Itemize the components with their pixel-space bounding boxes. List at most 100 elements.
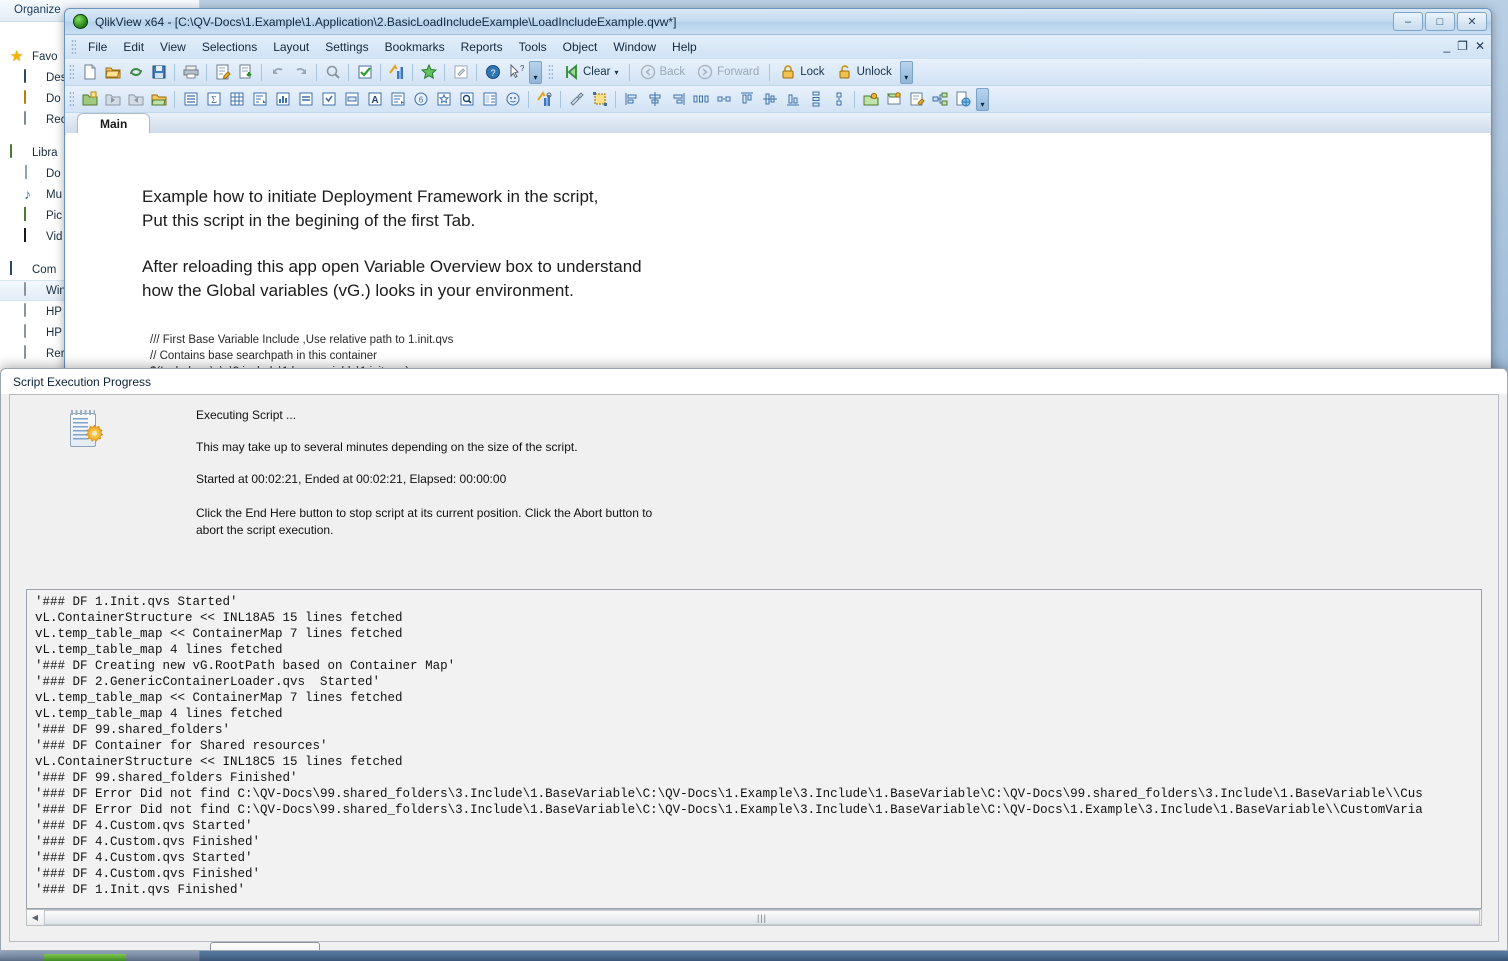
statistics-box-icon[interactable]: Σ <box>203 89 224 110</box>
menu-reports[interactable]: Reports <box>453 37 511 57</box>
menu-bookmarks[interactable]: Bookmarks <box>377 37 453 57</box>
clear-dropdown-arrow[interactable]: ▾ <box>614 68 618 77</box>
align-bottom-icon[interactable] <box>782 89 803 110</box>
sheet-properties-icon[interactable] <box>148 89 169 110</box>
menu-help[interactable]: Help <box>664 37 705 57</box>
open-icon[interactable] <box>102 62 123 83</box>
chart-properties-icon[interactable] <box>534 89 555 110</box>
text-object-icon[interactable]: A <box>364 89 385 110</box>
undo-icon[interactable] <box>267 62 288 83</box>
navigation-toolbar-overflow-button[interactable]: ▾ <box>899 60 913 84</box>
previous-sheet-icon[interactable] <box>102 89 123 110</box>
qlikview-title-bar: QlikView x64 - [C:\QV-Docs\1.Example\1.A… <box>65 9 1491 35</box>
sheet-tab-main[interactable]: Main <box>77 113 151 134</box>
menu-selections[interactable]: Selections <box>194 37 265 57</box>
menu-object[interactable]: Object <box>555 37 606 57</box>
input-box-icon[interactable] <box>295 89 316 110</box>
align-middle-icon[interactable] <box>759 89 780 110</box>
align-left-icon[interactable] <box>621 89 642 110</box>
print-icon[interactable] <box>180 62 201 83</box>
reload-icon[interactable] <box>125 62 146 83</box>
menu-view[interactable]: View <box>152 37 194 57</box>
menu-file[interactable]: File <box>80 37 115 57</box>
line-arrow-object-icon[interactable] <box>387 89 408 110</box>
bookmark-object-icon[interactable] <box>433 89 454 110</box>
nav-label: Do <box>46 92 61 105</box>
list-box-icon[interactable] <box>180 89 201 110</box>
back-button[interactable]: Back <box>634 64 692 80</box>
script-log-output[interactable]: '### DF 1.Init.qvs Started' vL.Container… <box>26 589 1482 909</box>
search-object-icon[interactable] <box>456 89 477 110</box>
new-sheet-icon[interactable] <box>79 89 100 110</box>
window-close-button[interactable]: ✕ <box>1457 12 1487 31</box>
add-bookmark-icon[interactable] <box>418 62 439 83</box>
taskbar-active-item[interactable] <box>44 954 126 961</box>
close-button[interactable]: Close <box>210 942 320 950</box>
menu-layout[interactable]: Layout <box>265 37 317 57</box>
nav-label: HP <box>46 326 62 339</box>
organize-button[interactable]: Organize <box>14 4 61 16</box>
search-icon[interactable] <box>322 62 343 83</box>
export-structure-icon[interactable] <box>929 89 950 110</box>
unlock-icon <box>839 65 850 79</box>
align-right-icon[interactable] <box>667 89 688 110</box>
space-equally-v-icon[interactable] <box>828 89 849 110</box>
save-icon[interactable] <box>148 62 169 83</box>
distribute-v-icon[interactable] <box>805 89 826 110</box>
navigation-toolbar-grip[interactable] <box>548 64 553 80</box>
clear-button[interactable]: Clear ▾ <box>557 64 625 80</box>
menu-settings[interactable]: Settings <box>317 37 376 57</box>
window-maximize-button[interactable]: □ <box>1425 12 1455 31</box>
align-top-icon[interactable] <box>736 89 757 110</box>
open-in-server-icon[interactable] <box>883 89 904 110</box>
table-viewer-icon[interactable] <box>235 62 256 83</box>
menu-drag-grip[interactable] <box>71 39 76 55</box>
mdi-minimize-button[interactable]: _ <box>1443 39 1450 53</box>
help-icon[interactable]: ? <box>482 62 503 83</box>
mdi-restore-button[interactable]: ❐ <box>1457 39 1468 53</box>
edit-module-icon[interactable] <box>906 89 927 110</box>
toolbar-drag-grip[interactable] <box>69 64 74 80</box>
select-all-icon[interactable] <box>589 89 610 110</box>
lock-button[interactable]: Lock <box>774 64 830 80</box>
next-sheet-icon[interactable] <box>125 89 146 110</box>
open-in-browser-icon[interactable] <box>952 89 973 110</box>
pivot-table-icon[interactable] <box>249 89 270 110</box>
design-grid-icon[interactable] <box>450 62 471 83</box>
current-selections-box-icon[interactable] <box>341 89 362 110</box>
duration-hint-message: This may take up to several minutes depe… <box>196 440 578 454</box>
svg-text:6: 6 <box>418 96 423 105</box>
redo-icon[interactable] <box>290 62 311 83</box>
libraries-icon <box>10 143 26 161</box>
forward-button[interactable]: Forward <box>691 64 765 80</box>
new-icon[interactable] <box>79 62 100 83</box>
multi-box-icon[interactable] <box>318 89 339 110</box>
log-horizontal-scrollbar[interactable]: ◀ ||| <box>26 909 1482 926</box>
design-toolbar-overflow-button[interactable]: ▾ <box>976 87 989 111</box>
container-icon[interactable] <box>479 89 500 110</box>
toolbar-overflow-button[interactable]: ▾ <box>529 60 542 84</box>
mdi-close-button[interactable]: ✕ <box>1475 39 1485 53</box>
desktop-icon <box>24 68 40 86</box>
design-toolbar-grip[interactable] <box>69 91 74 107</box>
window-minimize-button[interactable]: – <box>1393 12 1423 31</box>
slider-calendar-icon[interactable]: 6 <box>410 89 431 110</box>
menu-window[interactable]: Window <box>605 37 664 57</box>
table-box-icon[interactable] <box>226 89 247 110</box>
menu-tools[interactable]: Tools <box>511 37 555 57</box>
clear-format-icon[interactable] <box>566 89 587 110</box>
context-help-icon[interactable]: ? <box>505 62 526 83</box>
edit-script-icon[interactable] <box>212 62 233 83</box>
align-center-h-icon[interactable] <box>644 89 665 110</box>
chart-wizard-icon[interactable] <box>386 62 407 83</box>
menu-edit[interactable]: Edit <box>115 37 152 57</box>
distribute-h-icon[interactable] <box>690 89 711 110</box>
space-equally-h-icon[interactable] <box>713 89 734 110</box>
current-selections-icon[interactable] <box>354 62 375 83</box>
scroll-left-arrow[interactable]: ◀ <box>27 910 43 925</box>
button-icon[interactable] <box>502 89 523 110</box>
chart-icon[interactable] <box>272 89 293 110</box>
scrollbar-thumb[interactable]: ||| <box>44 910 1480 925</box>
publish-icon[interactable] <box>860 89 881 110</box>
unlock-button[interactable]: Unlock <box>831 64 898 80</box>
